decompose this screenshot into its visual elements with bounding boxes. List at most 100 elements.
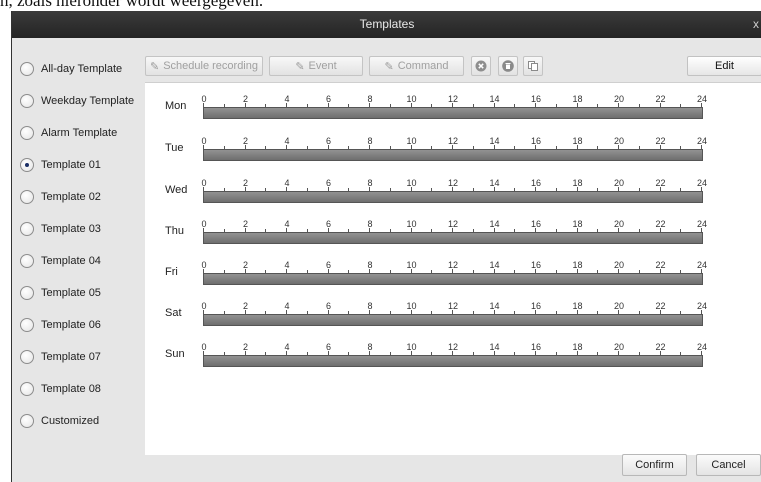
hour-tick-label: 20: [613, 94, 625, 104]
hour-tick-label: 16: [530, 94, 542, 104]
day-label: Sun: [165, 348, 185, 360]
radio-unchecked-icon[interactable]: [20, 350, 34, 364]
pencil-icon: ✎: [384, 60, 394, 73]
command-button[interactable]: ✎ Command: [369, 56, 464, 76]
schedule-bar[interactable]: [203, 273, 703, 285]
hour-tick-label: 10: [406, 178, 417, 188]
trash-icon: [502, 60, 514, 72]
hour-tick-label: 10: [406, 342, 417, 352]
schedule-recording-label: Schedule recording: [163, 60, 258, 72]
radio-unchecked-icon[interactable]: [20, 190, 34, 204]
hour-tick-label: 14: [489, 219, 500, 229]
hour-tick-label: 14: [489, 136, 500, 146]
hour-tick-label: 24: [696, 342, 708, 352]
pencil-icon: ✎: [295, 60, 305, 73]
dialog-footer: Confirm Cancel: [12, 454, 761, 482]
template-label: Template 07: [41, 351, 101, 363]
day-label: Mon: [165, 100, 187, 112]
hour-tick-label: 12: [447, 178, 459, 188]
template-label: Weekday Template: [41, 95, 135, 107]
radio-unchecked-icon[interactable]: [20, 254, 34, 268]
pencil-icon: ✎: [149, 60, 160, 73]
hour-tick-label: 14: [489, 301, 500, 311]
dialog-titlebar: Templates x: [12, 11, 761, 38]
template-label: Customized: [41, 415, 100, 427]
hour-tick-label: 22: [655, 342, 666, 352]
hour-tick-label: 24: [696, 178, 708, 188]
hour-tick-label: 10: [406, 94, 417, 104]
day-row: Mon 0 2 4 6 8 10 12 14 16 18 20 22 24: [145, 85, 761, 125]
template-radio-item[interactable]: Template 07: [20, 346, 145, 368]
template-radio-item[interactable]: Template 08: [20, 378, 145, 400]
hour-tick-label: 20: [613, 178, 625, 188]
schedule-bar[interactable]: [203, 191, 703, 203]
template-radio-item[interactable]: Template 06: [20, 314, 145, 336]
hour-tick-label: 24: [696, 260, 708, 270]
template-radio-item[interactable]: Weekday Template: [20, 90, 145, 112]
template-radio-item[interactable]: Template 05: [20, 282, 145, 304]
hour-tick-label: 20: [613, 301, 625, 311]
radio-unchecked-icon[interactable]: [20, 126, 34, 140]
radio-unchecked-icon[interactable]: [20, 414, 34, 428]
copy-button[interactable]: [523, 56, 543, 76]
day-row: Tue 0 2 4 6 8 10 12 14 16 18 20 22 24: [145, 127, 761, 167]
radio-unchecked-icon[interactable]: [20, 62, 34, 76]
radio-unchecked-icon[interactable]: [20, 94, 34, 108]
radio-unchecked-icon[interactable]: [20, 222, 34, 236]
day-timeline: 0 2 4 6 8 10 12 14 16 18 20 22 24: [201, 127, 707, 167]
hour-tick-label: 16: [530, 260, 542, 270]
day-row: Sun 0 2 4 6 8 10 12 14 16 18 20 22 24: [145, 333, 761, 373]
hour-tick-label: 18: [572, 136, 583, 146]
template-label: Template 03: [41, 223, 101, 235]
hour-tick-label: 16: [530, 136, 542, 146]
hour-tick-label: 14: [489, 260, 500, 270]
delete-icon: [475, 60, 487, 72]
toolbar: ✎ Schedule recording ✎ Event ✎ Command E…: [145, 56, 761, 80]
clear-button[interactable]: [498, 56, 518, 76]
hour-tick-label: 22: [655, 178, 666, 188]
template-radio-item[interactable]: Alarm Template: [20, 122, 145, 144]
template-label: Template 05: [41, 287, 101, 299]
day-timeline: 0 2 4 6 8 10 12 14 16 18 20 22 24: [201, 85, 707, 125]
day-label: Thu: [165, 225, 184, 237]
template-radio-item[interactable]: Customized: [20, 410, 145, 432]
schedule-bar[interactable]: [203, 355, 703, 367]
confirm-button[interactable]: Confirm: [622, 454, 687, 476]
delete-button[interactable]: [471, 56, 491, 76]
hour-tick-label: 18: [572, 219, 583, 229]
hour-tick-label: 12: [447, 219, 459, 229]
hour-tick-label: 10: [406, 260, 417, 270]
radio-unchecked-icon[interactable]: [20, 318, 34, 332]
hour-tick-label: 18: [572, 178, 583, 188]
hour-tick-label: 20: [613, 219, 625, 229]
hour-tick-label: 18: [572, 301, 583, 311]
day-label: Fri: [165, 266, 178, 278]
schedule-bar[interactable]: [203, 314, 703, 326]
hour-tick-label: 16: [530, 342, 542, 352]
template-radio-item[interactable]: Template 02: [20, 186, 145, 208]
schedule-recording-button[interactable]: ✎ Schedule recording: [145, 56, 263, 76]
template-radio-item[interactable]: All-day Template: [20, 58, 145, 80]
schedule-bar[interactable]: [203, 232, 703, 244]
hour-tick-label: 22: [655, 301, 666, 311]
radio-unchecked-icon[interactable]: [20, 382, 34, 396]
schedule-bar[interactable]: [203, 149, 703, 161]
template-radio-item[interactable]: Template 03: [20, 218, 145, 240]
edit-button[interactable]: Edit: [687, 56, 761, 76]
radio-checked-icon[interactable]: [20, 158, 34, 172]
hour-tick-label: 18: [572, 94, 583, 104]
hour-tick-label: 12: [447, 94, 459, 104]
event-button[interactable]: ✎ Event: [269, 56, 363, 76]
hour-tick-label: 20: [613, 342, 625, 352]
hour-tick-label: 10: [406, 301, 417, 311]
template-radio-item[interactable]: Template 01: [20, 154, 145, 176]
close-icon[interactable]: x: [750, 11, 761, 38]
day-row: Fri 0 2 4 6 8 10 12 14 16 18 20 22 24: [145, 251, 761, 291]
template-radio-item[interactable]: Template 04: [20, 250, 145, 272]
dialog-title: Templates: [359, 17, 415, 31]
cancel-button[interactable]: Cancel: [696, 454, 761, 476]
day-row: Thu 0 2 4 6 8 10 12 14 16 18 20 22 24: [145, 210, 761, 250]
schedule-bar[interactable]: [203, 107, 703, 119]
radio-unchecked-icon[interactable]: [20, 286, 34, 300]
templates-dialog: Templates x All-day Template Weekday Temp…: [11, 11, 761, 482]
